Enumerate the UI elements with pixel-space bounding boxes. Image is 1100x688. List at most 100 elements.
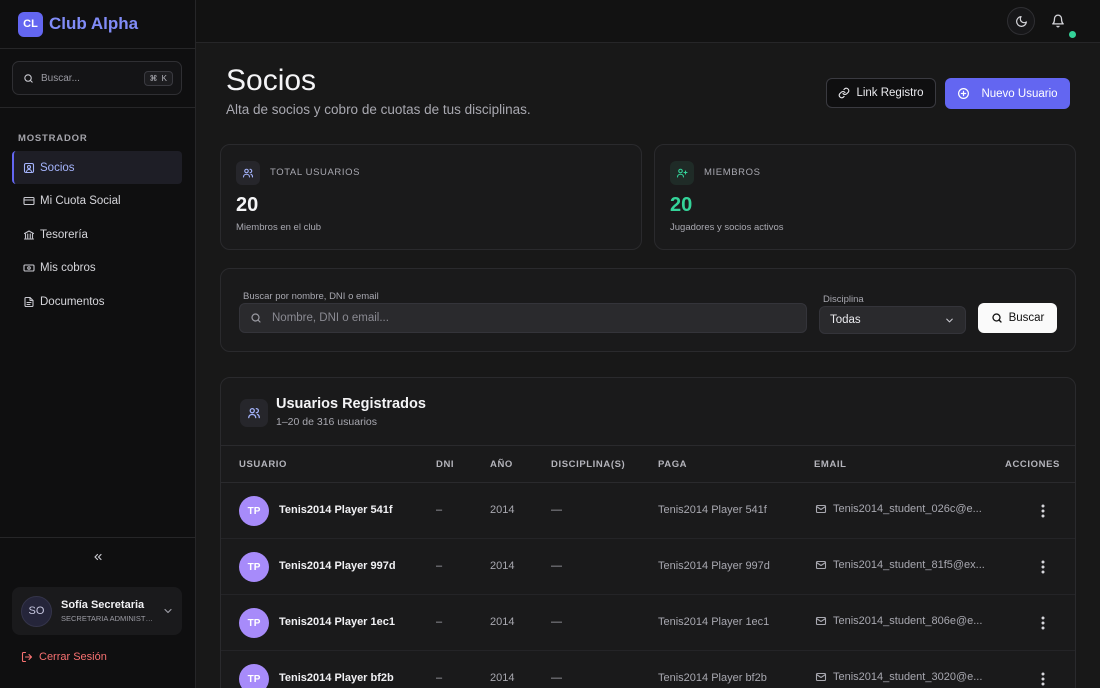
table-row[interactable]: TP Tenis2014 Player bf2b – 2014 — Tenis2…	[221, 651, 1075, 688]
user-name-cell[interactable]: Tenis2014 Player 541f	[279, 504, 393, 516]
column-header-acciones: ACCIONES	[1005, 459, 1060, 470]
keyboard-shortcut-badge: ⌘ K	[144, 70, 173, 86]
user-square-icon	[23, 162, 35, 174]
row-actions-button[interactable]	[1035, 669, 1051, 688]
email-text: Tenis2014_student_806e@e...	[833, 615, 983, 627]
sidebar-section-title: MOSTRADOR	[18, 133, 88, 144]
filter-card: Buscar por nombre, DNI o email Disciplin…	[220, 268, 1076, 352]
table-row[interactable]: TP Tenis2014 Player 997d – 2014 — Tenis2…	[221, 539, 1075, 595]
new-user-button[interactable]: Nuevo Usuario	[945, 78, 1070, 109]
collapse-sidebar-button[interactable]	[0, 537, 195, 575]
email-cell[interactable]: Tenis2014_student_806e@e...	[815, 615, 989, 627]
avatar: SO	[21, 595, 52, 627]
brand[interactable]: CL Club Alpha	[0, 0, 195, 49]
link-registro-button[interactable]: Link Registro	[826, 78, 936, 108]
user-search-input[interactable]	[272, 312, 772, 324]
email-text: Tenis2014_student_81f5@ex...	[833, 559, 985, 571]
email-text: Tenis2014_student_026c@e...	[833, 503, 982, 515]
user-search-field[interactable]	[239, 303, 807, 333]
disciplines-cell: —	[551, 616, 562, 628]
discipline-select[interactable]: Todas	[819, 306, 966, 334]
paga-cell: Tenis2014 Player 997d	[658, 560, 770, 572]
user-plus-icon	[670, 161, 694, 185]
row-actions-button[interactable]	[1035, 501, 1051, 521]
brand-logo: CL	[18, 11, 43, 37]
mail-icon	[815, 616, 827, 626]
search-icon	[250, 312, 262, 324]
notification-dot	[1069, 31, 1076, 38]
email-cell[interactable]: Tenis2014_student_81f5@ex...	[815, 559, 989, 571]
users-icon	[236, 161, 260, 185]
moon-icon	[1015, 15, 1028, 28]
file-icon	[23, 296, 35, 308]
row-actions-button[interactable]	[1035, 613, 1051, 633]
sidebar-search-input[interactable]: Buscar... ⌘ K	[12, 61, 182, 95]
sidebar: CL Club Alpha Buscar... ⌘ K MOSTRADOR So…	[0, 0, 196, 688]
stat-card-total-users: TOTAL USUARIOS 20 Miembros en el club	[220, 144, 642, 250]
paga-cell: Tenis2014 Player 1ec1	[658, 616, 770, 628]
brand-name: Club Alpha	[49, 14, 139, 33]
disciplines-cell: —	[551, 560, 562, 572]
user-info: Sofía Secretaria SECRETARIA ADMINISTRATI…	[61, 599, 153, 623]
sidebar-item-documentos[interactable]: Documentos	[12, 285, 182, 318]
new-user-label: Nuevo Usuario	[981, 87, 1058, 100]
sidebar-nav: Socios Mi Cuota Social Tesorería Mis cob…	[12, 151, 182, 319]
chevron-down-icon	[944, 315, 955, 326]
column-header-disciplinas[interactable]: DISCIPLINA(S)	[551, 459, 625, 470]
notifications-button[interactable]	[1044, 7, 1072, 35]
bank-icon	[23, 229, 35, 241]
sidebar-item-label: Mi Cuota Social	[40, 195, 121, 208]
table-row[interactable]: TP Tenis2014 Player 541f – 2014 — Tenis2…	[221, 483, 1075, 539]
sidebar-item-mis-cobros[interactable]: Mis cobros	[12, 252, 182, 285]
sidebar-search-wrap: Buscar... ⌘ K	[0, 49, 195, 108]
table-header: USUARIO DNI AÑO DISCIPLINA(S) PAGA EMAIL…	[221, 445, 1075, 483]
column-header-ano[interactable]: AÑO	[490, 459, 513, 470]
sidebar-item-socios[interactable]: Socios	[12, 151, 182, 184]
column-header-paga[interactable]: PAGA	[658, 459, 687, 470]
sidebar-item-label: Tesorería	[40, 228, 88, 241]
sidebar-item-mi-cuota-social[interactable]: Mi Cuota Social	[12, 185, 182, 218]
user-name-cell[interactable]: Tenis2014 Player bf2b	[279, 672, 394, 684]
column-header-email[interactable]: EMAIL	[814, 459, 847, 470]
sidebar-item-label: Documentos	[40, 295, 105, 308]
email-cell[interactable]: Tenis2014_student_3020@e...	[815, 671, 989, 683]
column-header-usuario[interactable]: USUARIO	[239, 459, 287, 470]
sidebar-item-label: Mis cobros	[40, 262, 96, 275]
mail-icon	[815, 560, 827, 570]
discipline-value: Todas	[830, 314, 861, 326]
sidebar-item-tesoreria[interactable]: Tesorería	[12, 218, 182, 251]
paga-cell: Tenis2014 Player 541f	[658, 504, 767, 516]
stat-label: TOTAL USUARIOS	[270, 167, 361, 178]
search-button-label: Buscar	[1008, 312, 1045, 324]
column-header-dni[interactable]: DNI	[436, 459, 454, 470]
disciplines-cell: —	[551, 504, 562, 516]
dni-cell: –	[436, 504, 443, 516]
logout-button[interactable]: Cerrar Sesión	[21, 651, 107, 663]
user-name-cell[interactable]: Tenis2014 Player 997d	[279, 560, 396, 572]
table-subtitle: 1–20 de 316 usuarios	[276, 416, 377, 428]
link-icon	[838, 87, 850, 99]
search-field-label: Buscar por nombre, DNI o email	[243, 291, 379, 302]
table-title: Usuarios Registrados	[276, 396, 426, 412]
theme-toggle-button[interactable]	[1007, 7, 1035, 35]
year-cell: 2014	[490, 504, 515, 516]
banknote-icon	[23, 262, 35, 274]
email-text: Tenis2014_student_3020@e...	[833, 671, 983, 683]
email-cell[interactable]: Tenis2014_student_026c@e...	[815, 503, 989, 515]
dni-cell: –	[436, 560, 443, 572]
logout-icon	[21, 651, 33, 663]
table-row[interactable]: TP Tenis2014 Player 1ec1 – 2014 — Tenis2…	[221, 595, 1075, 651]
avatar: TP	[239, 608, 269, 638]
plus-circle-icon	[957, 87, 970, 100]
search-button[interactable]: Buscar	[978, 303, 1057, 333]
user-name-cell[interactable]: Tenis2014 Player 1ec1	[279, 616, 395, 628]
stat-note: Jugadores y socios activos	[670, 222, 784, 233]
user-role: SECRETARIA ADMINISTRATIVA	[61, 614, 153, 623]
year-cell: 2014	[490, 616, 515, 628]
user-menu[interactable]: SO Sofía Secretaria SECRETARIA ADMINISTR…	[12, 587, 182, 635]
row-actions-button[interactable]	[1035, 557, 1051, 577]
avatar: TP	[239, 552, 269, 582]
logout-label: Cerrar Sesión	[39, 651, 107, 663]
topbar	[196, 0, 1100, 43]
year-cell: 2014	[490, 560, 515, 572]
